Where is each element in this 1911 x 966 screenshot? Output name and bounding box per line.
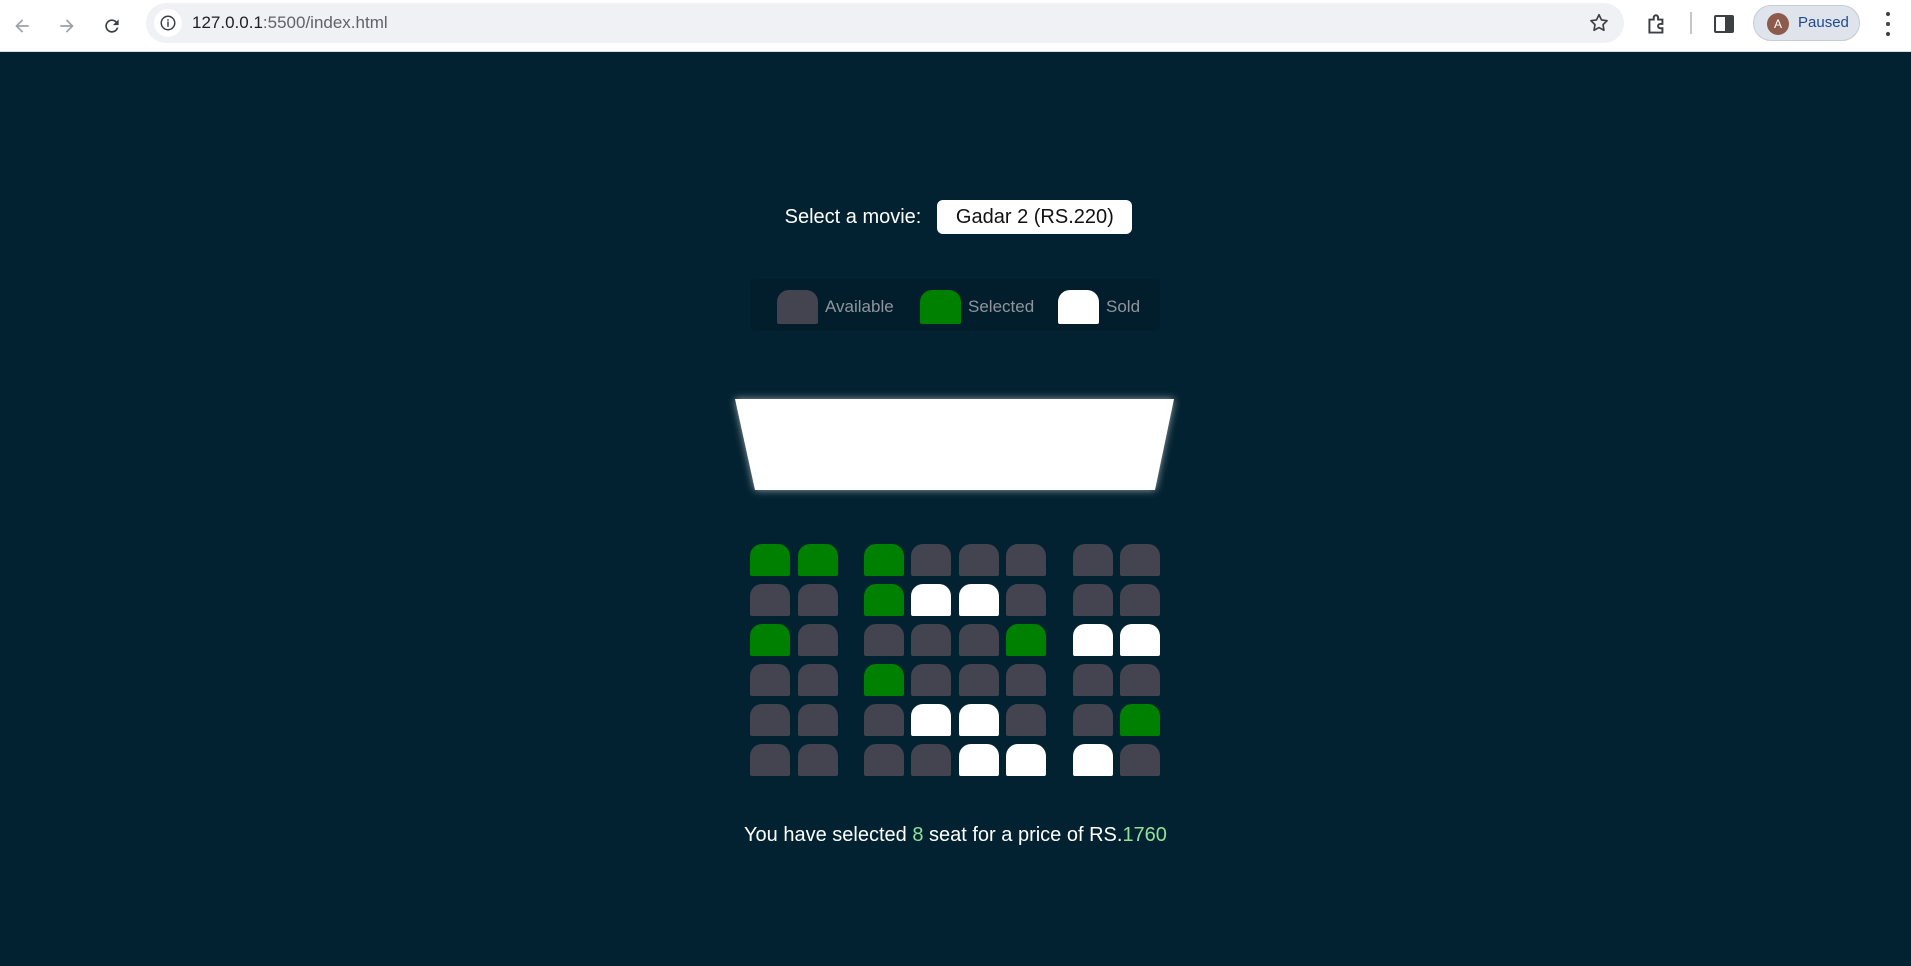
summary-prefix: You have selected: [744, 824, 913, 846]
arrow-right-icon: [60, 19, 74, 33]
seat-legend: Available Selected Sold: [750, 279, 1160, 331]
seat-selected[interactable]: [750, 624, 790, 656]
legend-item-sold: Sold: [1058, 290, 1140, 324]
seat-count: 8: [912, 824, 924, 846]
seat-available[interactable]: [911, 544, 951, 576]
seat-sold: [1073, 744, 1113, 776]
legend-seat-sold: [1058, 290, 1099, 324]
legend-seat-selected: [920, 290, 961, 324]
seat-available[interactable]: [750, 664, 790, 696]
seat-sold: [1120, 624, 1160, 656]
seat-sold: [959, 584, 999, 616]
seat-available[interactable]: [798, 664, 838, 696]
seat-sold: [911, 584, 951, 616]
seat-available[interactable]: [959, 624, 999, 656]
back-button[interactable]: [6, 10, 38, 42]
avatar: A: [1767, 13, 1789, 35]
site-info-button[interactable]: [154, 9, 182, 37]
seat-selected[interactable]: [798, 544, 838, 576]
seat-selected[interactable]: [1120, 704, 1160, 736]
legend-item-selected: Selected: [920, 290, 1034, 324]
seat-sold: [959, 744, 999, 776]
more-menu-icon[interactable]: [1878, 12, 1898, 36]
legend-label-sold: Sold: [1106, 297, 1141, 316]
selection-summary: You have selected 8 seat for a price of …: [0, 824, 1911, 847]
seat-available[interactable]: [959, 664, 999, 696]
legend-item-available: Available: [777, 290, 894, 324]
profile-status: Paused: [1798, 14, 1849, 31]
seat-available[interactable]: [959, 544, 999, 576]
seat-available[interactable]: [864, 624, 904, 656]
seat-available[interactable]: [1120, 544, 1160, 576]
seat-available[interactable]: [750, 744, 790, 776]
bookmark-star-icon[interactable]: [1588, 12, 1610, 34]
info-icon: [160, 15, 176, 31]
movie-container: Select a movie: Gadar 2 (RS.220): [0, 200, 1911, 234]
url-text[interactable]: 127.0.0.1:5500/index.html: [192, 3, 388, 43]
reload-icon: [105, 19, 119, 33]
seat-available[interactable]: [798, 624, 838, 656]
seat-available[interactable]: [750, 584, 790, 616]
seat-available[interactable]: [911, 624, 951, 656]
movie-select[interactable]: Gadar 2 (RS.220): [937, 200, 1133, 234]
address-bar[interactable]: 127.0.0.1:5500/index.html: [146, 3, 1624, 43]
seat-sold: [911, 704, 951, 736]
side-panel-icon[interactable]: [1712, 12, 1736, 36]
seat-available[interactable]: [798, 584, 838, 616]
seat-selected[interactable]: [864, 664, 904, 696]
profile-button[interactable]: A Paused: [1753, 5, 1860, 41]
legend-label-available: Available: [825, 297, 894, 316]
toolbar-divider: [1690, 12, 1692, 34]
seat-sold: [959, 704, 999, 736]
seat-available[interactable]: [864, 704, 904, 736]
forward-button[interactable]: [51, 10, 83, 42]
browser-toolbar: 127.0.0.1:5500/index.html A Paused: [0, 0, 1911, 52]
seat-available[interactable]: [1073, 704, 1113, 736]
seat-available[interactable]: [864, 744, 904, 776]
url-host: 127.0.0.1: [192, 13, 263, 32]
legend-seat-available: [777, 290, 818, 324]
seat-available[interactable]: [1120, 664, 1160, 696]
seat-available[interactable]: [798, 704, 838, 736]
seat-available[interactable]: [1073, 664, 1113, 696]
seat-available[interactable]: [1073, 584, 1113, 616]
seat-sold: [1006, 744, 1046, 776]
seat-selected[interactable]: [1006, 624, 1046, 656]
seat-selected[interactable]: [864, 584, 904, 616]
seat-available[interactable]: [1006, 704, 1046, 736]
seat-available[interactable]: [798, 744, 838, 776]
reload-button[interactable]: [96, 10, 128, 42]
seat-selected[interactable]: [864, 544, 904, 576]
seat-available[interactable]: [1006, 584, 1046, 616]
extensions-puzzle-icon[interactable]: [1644, 12, 1670, 38]
movie-label: Select a movie:: [784, 205, 922, 228]
seat-available[interactable]: [1073, 544, 1113, 576]
seat-sold: [1073, 624, 1113, 656]
total-price: 1760: [1122, 824, 1167, 846]
seat-available[interactable]: [1006, 664, 1046, 696]
url-path: :5500/index.html: [262, 13, 388, 32]
seat-available[interactable]: [1006, 544, 1046, 576]
seat-available[interactable]: [750, 704, 790, 736]
seat-available[interactable]: [911, 664, 951, 696]
seat-available[interactable]: [1120, 584, 1160, 616]
seat-available[interactable]: [1120, 744, 1160, 776]
seat-available[interactable]: [911, 744, 951, 776]
legend-label-selected: Selected: [968, 297, 1035, 316]
cinema-screen: [733, 397, 1176, 492]
summary-middle: seat for a price of RS.: [923, 824, 1123, 846]
seat-selected[interactable]: [750, 544, 790, 576]
arrow-left-icon: [15, 19, 29, 33]
